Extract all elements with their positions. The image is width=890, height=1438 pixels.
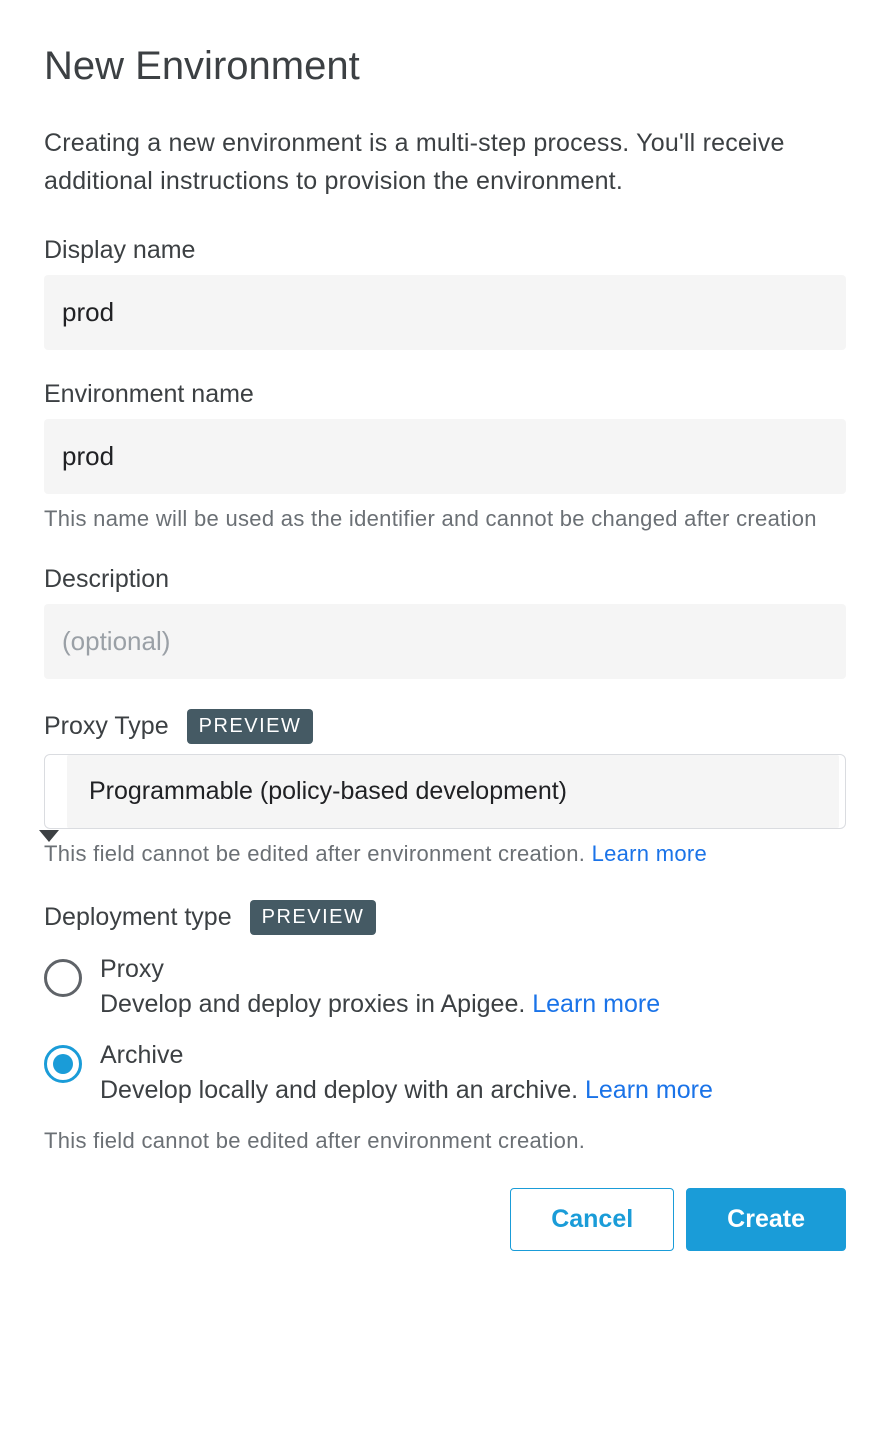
cancel-button[interactable]: Cancel: [510, 1188, 674, 1251]
display-name-label: Display name: [44, 236, 846, 265]
proxy-type-helper: This field cannot be edited after enviro…: [44, 841, 592, 866]
deployment-option-archive[interactable]: Archive Develop locally and deploy with …: [44, 1041, 846, 1110]
chevron-down-icon: [39, 830, 59, 842]
intro-text: Creating a new environment is a multi-st…: [44, 125, 846, 200]
display-name-input[interactable]: [44, 275, 846, 350]
page-title: New Environment: [44, 44, 846, 89]
create-button[interactable]: Create: [686, 1188, 846, 1251]
preview-badge: PREVIEW: [187, 709, 314, 744]
proxy-type-learn-more-link[interactable]: Learn more: [592, 841, 708, 866]
deployment-type-footer: This field cannot be edited after enviro…: [44, 1128, 846, 1154]
deployment-type-field: Deployment type PREVIEW Proxy Develop an…: [44, 900, 846, 1110]
deployment-option-proxy[interactable]: Proxy Develop and deploy proxies in Apig…: [44, 955, 846, 1024]
deployment-type-label: Deployment type: [44, 903, 232, 932]
deployment-option-desc: Develop and deploy proxies in Apigee.: [100, 990, 532, 1018]
environment-name-helper: This name will be used as the identifier…: [44, 504, 846, 535]
environment-name-field: Environment name This name will be used …: [44, 380, 846, 535]
deployment-option-title: Proxy: [100, 955, 846, 984]
radio-icon[interactable]: [44, 959, 82, 997]
proxy-type-selected-value: Programmable (policy-based development): [67, 755, 839, 828]
environment-name-input[interactable]: [44, 419, 846, 494]
description-input[interactable]: [44, 604, 846, 679]
proxy-type-field: Proxy Type PREVIEW Programmable (policy-…: [44, 709, 846, 870]
deployment-option-desc: Develop locally and deploy with an archi…: [100, 1076, 585, 1104]
display-name-field: Display name: [44, 236, 846, 350]
preview-badge: PREVIEW: [250, 900, 377, 935]
archive-learn-more-link[interactable]: Learn more: [585, 1076, 713, 1104]
description-label: Description: [44, 565, 846, 594]
proxy-type-label: Proxy Type: [44, 712, 169, 741]
radio-icon[interactable]: [44, 1045, 82, 1083]
proxy-learn-more-link[interactable]: Learn more: [532, 990, 660, 1018]
deployment-option-title: Archive: [100, 1041, 846, 1070]
description-field: Description: [44, 565, 846, 679]
environment-name-label: Environment name: [44, 380, 846, 409]
proxy-type-select[interactable]: Programmable (policy-based development): [44, 754, 846, 829]
dialog-actions: Cancel Create: [44, 1188, 846, 1251]
